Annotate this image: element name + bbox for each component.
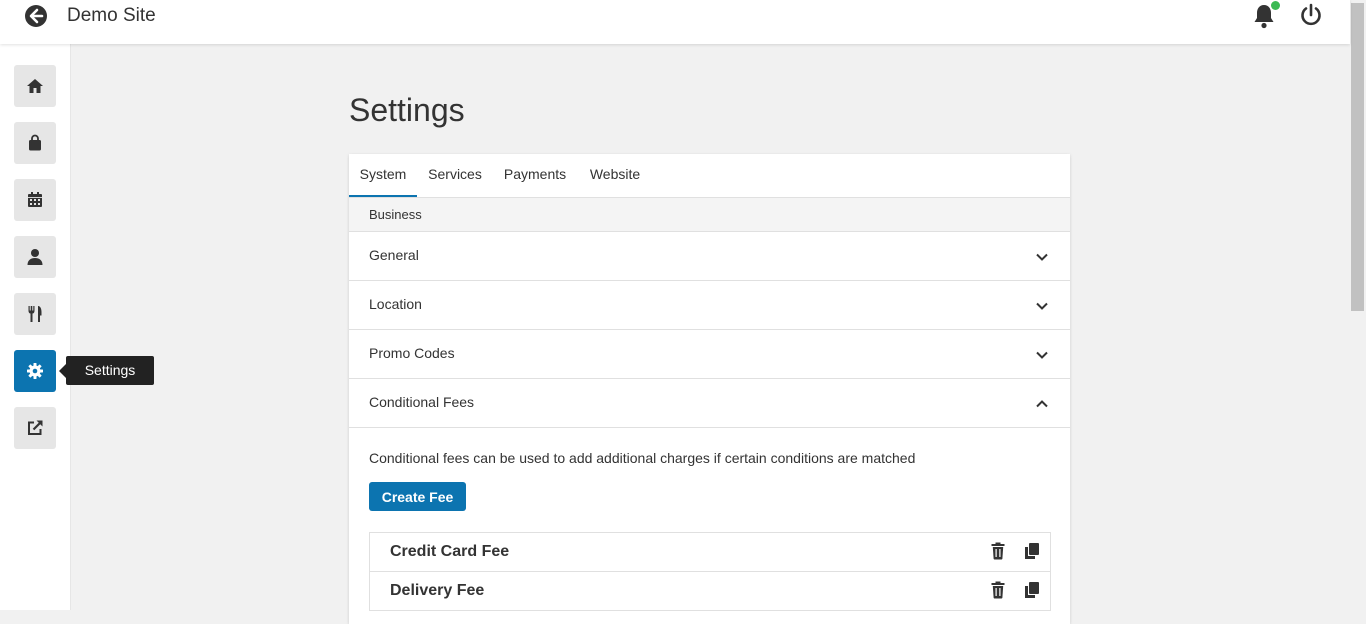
accordion-promo-codes[interactable]: Promo Codes [349, 330, 1070, 379]
tab-system[interactable]: System [349, 154, 417, 197]
chevron-up-icon [1036, 400, 1048, 408]
conditional-fees-description: Conditional fees can be used to add addi… [369, 450, 916, 466]
sidebar-item-calendar[interactable] [14, 179, 56, 221]
sidebar [0, 44, 71, 610]
sidebar-item-menu[interactable] [14, 293, 56, 335]
copy-icon[interactable] [1024, 542, 1040, 560]
tab-website[interactable]: Website [584, 154, 646, 197]
settings-card: System Services Payments Website Busines… [349, 154, 1070, 624]
settings-tabs: System Services Payments Website [349, 154, 1070, 198]
shopping-bag-icon [29, 134, 41, 151]
back-arrow-icon[interactable] [24, 4, 48, 28]
chevron-down-icon [1036, 351, 1048, 359]
trash-icon[interactable] [990, 542, 1006, 560]
top-bar: Demo Site [0, 0, 1350, 44]
accordion-general[interactable]: General [349, 232, 1070, 281]
calendar-icon [28, 192, 42, 207]
accordion-location[interactable]: Location [349, 281, 1070, 330]
sidebar-item-orders[interactable] [14, 122, 56, 164]
fee-name[interactable]: Delivery Fee [390, 582, 484, 600]
fee-row: Credit Card Fee [370, 533, 1050, 572]
gear-icon [27, 363, 43, 379]
chevron-down-icon [1036, 302, 1048, 310]
external-link-icon [28, 420, 43, 435]
section-label: Business [369, 207, 422, 222]
notification-dot [1271, 1, 1280, 10]
accordion-label: General [369, 247, 419, 263]
tab-services[interactable]: Services [425, 154, 485, 197]
utensils-icon [28, 306, 42, 322]
accordion-conditional-fees[interactable]: Conditional Fees [349, 379, 1070, 428]
site-title: Demo Site [67, 5, 156, 26]
chevron-down-icon [1036, 253, 1048, 261]
sidebar-tooltip: Settings [59, 356, 154, 385]
scrollbar-thumb[interactable] [1351, 3, 1364, 311]
accordion-label: Location [369, 296, 422, 312]
trash-icon[interactable] [990, 581, 1006, 599]
accordion-label: Conditional Fees [369, 394, 475, 410]
fee-list: Credit Card Fee Delivery Fee [369, 532, 1051, 611]
home-icon [27, 79, 43, 93]
accordion-label: Promo Codes [369, 345, 455, 361]
sidebar-item-customers[interactable] [14, 236, 56, 278]
power-icon[interactable] [1299, 3, 1323, 27]
fee-row: Delivery Fee [370, 572, 1050, 611]
sidebar-item-home[interactable] [14, 65, 56, 107]
page-title: Settings [349, 92, 465, 128]
copy-icon[interactable] [1024, 581, 1040, 599]
sidebar-item-external[interactable] [14, 407, 56, 449]
sidebar-item-settings[interactable] [14, 350, 56, 392]
create-fee-button[interactable]: Create Fee [369, 482, 466, 511]
user-icon [27, 249, 43, 265]
tab-payments[interactable]: Payments [499, 154, 571, 197]
section-header-business: Business [349, 198, 1070, 232]
fee-name[interactable]: Credit Card Fee [390, 543, 509, 561]
